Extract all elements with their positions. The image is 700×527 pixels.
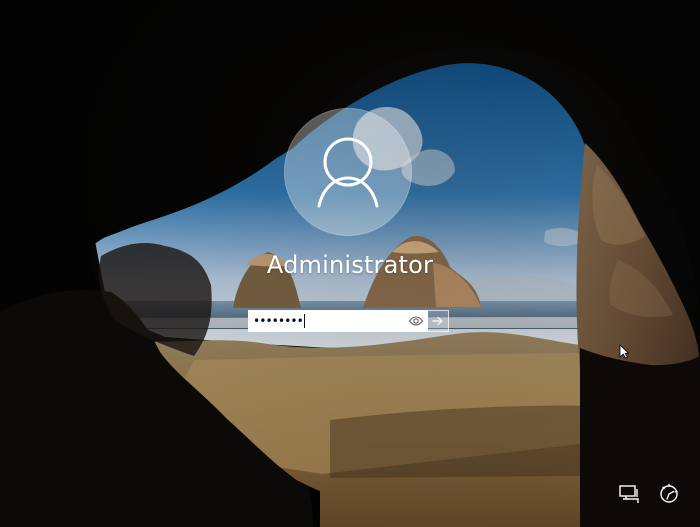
ease-of-access-icon[interactable] [658, 483, 680, 505]
network-icon[interactable] [618, 483, 640, 505]
user-avatar-icon [317, 137, 379, 208]
system-tray-icons [618, 483, 680, 505]
user-avatar-circle [284, 108, 412, 236]
user-name-label: Administrator [266, 251, 434, 279]
text-cursor [303, 314, 305, 328]
password-entry-group: •••••••• [248, 310, 449, 332]
eye-icon[interactable] [408, 314, 424, 328]
password-input[interactable]: •••••••• [248, 310, 428, 332]
password-value: •••••••• [253, 314, 304, 328]
mouse-pointer-icon [619, 344, 629, 359]
lock-screen: Administrator •••••••• [0, 0, 700, 527]
sign-in-panel: Administrator •••••••• [0, 0, 700, 527]
submit-button[interactable] [428, 310, 449, 332]
arrow-right-icon [432, 316, 443, 326]
